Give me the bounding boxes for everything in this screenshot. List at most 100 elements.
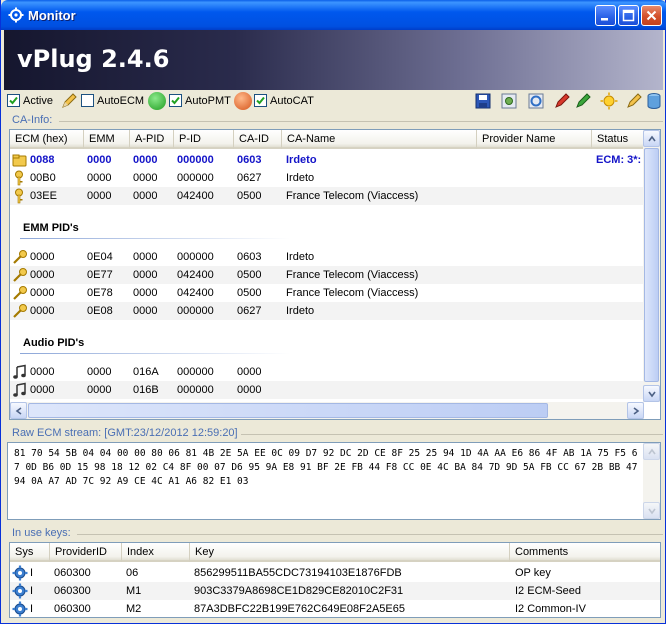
col-caname[interactable]: CA-Name: [282, 130, 477, 149]
keys-divider: [77, 534, 663, 535]
col-index[interactable]: Index: [122, 543, 190, 562]
emm-row[interactable]: 0000 0E08 0000 000000 0627 Irdeto: [10, 302, 644, 320]
cell-apid: 0000: [133, 269, 158, 281]
col-status[interactable]: Status: [592, 130, 644, 149]
raw-ecm-label: Raw ECM stream: [GMT:23/12/2012 12:59:20…: [12, 427, 238, 439]
ca-info-header: ECM (hex) EMM A-PID P-ID CA-ID CA-Name P…: [10, 130, 644, 149]
raw-vertical-scrollbar[interactable]: [643, 443, 660, 519]
col-key[interactable]: Key: [190, 543, 510, 562]
key-icon: [12, 170, 28, 186]
close-button[interactable]: [641, 5, 662, 26]
keys-list[interactable]: Sys ProviderID Index Key Comments I 0603…: [9, 542, 661, 618]
ca-info-list[interactable]: ECM (hex) EMM A-PID P-ID CA-ID CA-Name P…: [9, 129, 661, 420]
emm-row[interactable]: 0000 0E77 0000 042400 0500 France Teleco…: [10, 266, 644, 284]
cell-pid: 000000: [177, 251, 214, 263]
key-row[interactable]: I 060300 M2 87A3DBFC22B199E762C649E08F2A…: [10, 600, 660, 617]
scroll-up-button[interactable]: [643, 130, 660, 147]
scroll-down-button[interactable]: [643, 385, 660, 402]
active-checkbox[interactable]: [7, 94, 20, 107]
key-pencil-icon[interactable]: [625, 92, 643, 110]
cell-pid: 042400: [177, 269, 214, 281]
cell-sys: I: [30, 603, 34, 615]
cell-emm: 0E78: [87, 287, 113, 299]
col-pid[interactable]: P-ID: [174, 130, 234, 149]
gear-icon: [12, 565, 28, 581]
autopmt-checkbox[interactable]: [169, 94, 182, 107]
scroll-left-button[interactable]: [10, 402, 27, 419]
cell-sys: I: [30, 567, 34, 579]
key-icon: [12, 188, 28, 204]
key-small-icon: [12, 285, 28, 301]
edit-red-icon[interactable]: [553, 92, 571, 110]
cell-sys: I: [30, 585, 34, 597]
raw-ecm-textbox[interactable]: 81 70 54 5B 04 04 00 00 80 06 81 4B 2E 5…: [7, 442, 661, 520]
raw-scroll-down-button[interactable]: [643, 502, 660, 519]
cell-pid: 042400: [177, 287, 214, 299]
ca-vertical-scrollbar[interactable]: [643, 130, 660, 402]
autoecm-checkbox[interactable]: [81, 94, 94, 107]
cell-index: M2: [126, 603, 142, 615]
emm-row[interactable]: 0000 0E78 0000 042400 0500 France Teleco…: [10, 284, 644, 302]
cell-caname: Irdeto: [286, 305, 315, 317]
ecm-row[interactable]: 00B0 0000 0000 000000 0627 Irdeto: [10, 169, 644, 187]
col-ecm[interactable]: ECM (hex): [10, 130, 84, 149]
edit-green-icon[interactable]: [574, 92, 592, 110]
minimize-button[interactable]: [595, 5, 616, 26]
sun-icon[interactable]: [600, 92, 618, 110]
autocat-checkbox[interactable]: [254, 94, 267, 107]
cell-emm: 0E77: [87, 269, 113, 281]
col-apid[interactable]: A-PID: [130, 130, 174, 149]
cell-apid: 0000: [133, 172, 158, 184]
active-label: Active: [23, 95, 53, 107]
audio-row[interactable]: 0000 0000 016B 000000 0000: [10, 381, 644, 399]
cell-pid: 042400: [177, 190, 214, 202]
col-caid[interactable]: CA-ID: [234, 130, 282, 149]
audio-section-divider: [20, 353, 290, 354]
cell-providerid: 060300: [54, 603, 91, 615]
toolbar: Active AutoECM AutoPMT AutoCAT: [4, 90, 663, 112]
h-scroll-thumb[interactable]: [28, 403, 548, 418]
col-emm[interactable]: EMM: [84, 130, 130, 149]
refresh-icon[interactable]: [527, 92, 545, 110]
cell-caid: 0500: [237, 269, 262, 281]
col-provider[interactable]: Provider Name: [477, 130, 592, 149]
cell-comment: I2 Common-IV: [515, 603, 586, 615]
emm-row[interactable]: 0000 0E04 0000 000000 0603 Irdeto: [10, 248, 644, 266]
cell-caname: France Telecom (Viaccess): [286, 190, 419, 202]
pencil-icon[interactable]: [60, 92, 78, 110]
ca-horizontal-scrollbar[interactable]: [10, 402, 644, 419]
key-row[interactable]: I 060300 06 856299511BA55CDC73194103E187…: [10, 564, 660, 582]
scroll-thumb[interactable]: [644, 148, 659, 382]
cell-pid: 000000: [177, 384, 214, 396]
orange-status-icon[interactable]: [234, 92, 252, 110]
ca-info-label: CA-Info:: [12, 114, 53, 126]
col-providerid[interactable]: ProviderID: [50, 543, 122, 562]
maximize-button[interactable]: [618, 5, 639, 26]
ecm-row[interactable]: 03EE 0000 0000 042400 0500 France Teleco…: [10, 187, 644, 205]
save-icon[interactable]: [474, 92, 492, 110]
cell-caid: 0603: [237, 154, 262, 166]
col-sys[interactable]: Sys: [10, 543, 50, 562]
raw-ecm-text: 81 70 54 5B 04 04 00 00 80 06 81 4B 2E 5…: [14, 448, 644, 487]
cell-comment: OP key: [515, 567, 551, 579]
audio-row[interactable]: 0000 0000 016A 000000 0000: [10, 363, 644, 381]
cell-ecm: 03EE: [30, 190, 57, 202]
scroll-right-button[interactable]: [627, 402, 644, 419]
settings-icon[interactable]: [500, 92, 518, 110]
cell-ecm: 0088: [30, 154, 55, 166]
raw-scroll-up-button[interactable]: [643, 443, 660, 460]
gear-icon: [8, 7, 24, 23]
cell-pid: 000000: [177, 366, 214, 378]
database-icon[interactable]: [645, 92, 663, 110]
title-bar[interactable]: Monitor: [1, 0, 666, 30]
cell-apid: 0000: [133, 287, 158, 299]
music-note-icon: [12, 364, 28, 380]
cell-caname: Irdeto: [286, 154, 317, 166]
ecm-row[interactable]: 0088 0000 0000 000000 0603 Irdeto ECM: 3…: [10, 151, 644, 169]
green-status-icon[interactable]: [148, 92, 166, 110]
key-row[interactable]: I 060300 M1 903C3379A8698CE1D829CE82010C…: [10, 582, 660, 600]
col-comments[interactable]: Comments: [510, 543, 660, 562]
ca-info-divider: [59, 121, 663, 122]
cell-caid: 0000: [237, 384, 262, 396]
cell-emm: 0000: [87, 172, 112, 184]
